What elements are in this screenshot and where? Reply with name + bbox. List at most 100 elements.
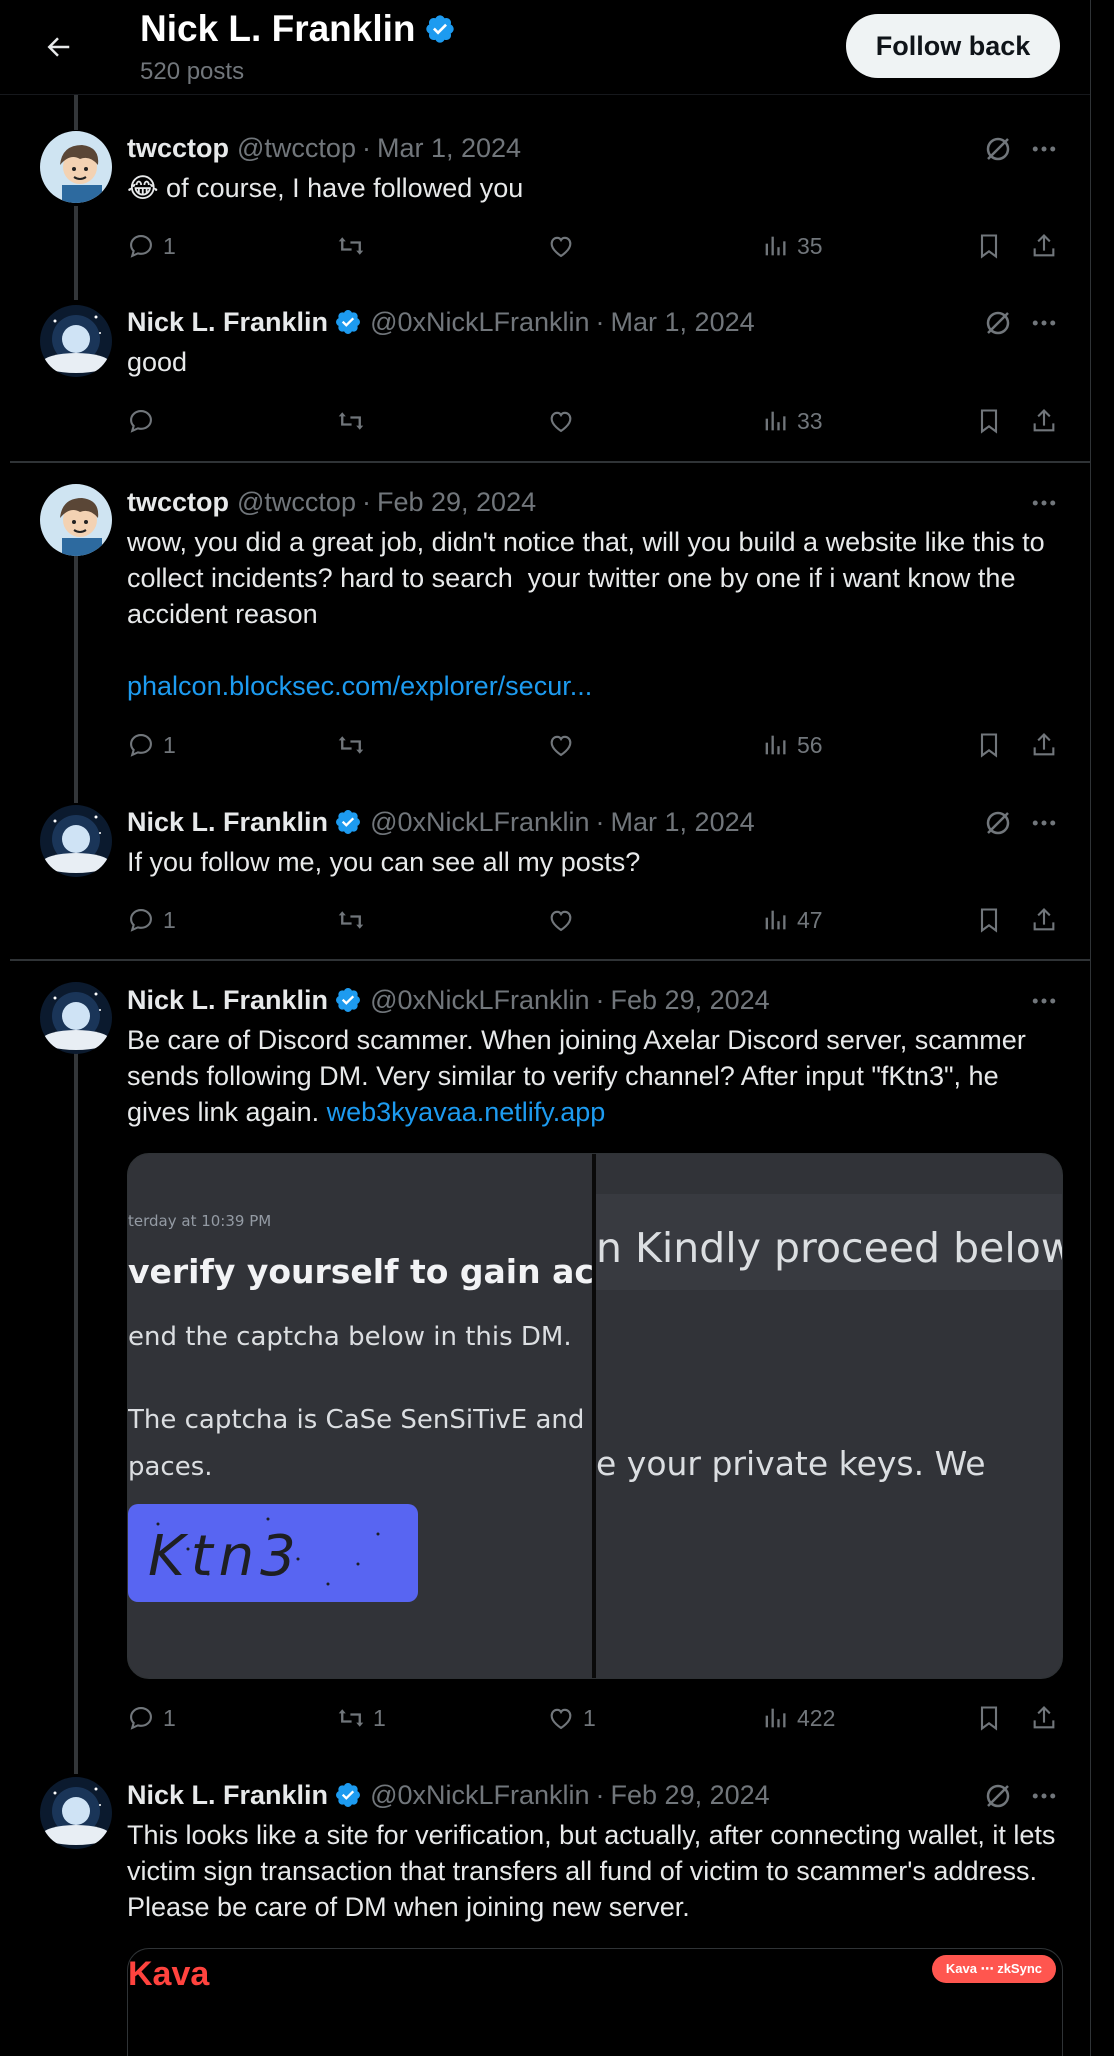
post-header: Nick L. Franklin @0xNickLFranklin · Feb …	[127, 1778, 770, 1812]
views-button[interactable]: 47	[761, 900, 823, 940]
post-date[interactable]: Mar 1, 2024	[377, 133, 521, 164]
share-icon	[1033, 234, 1055, 257]
grok-button[interactable]	[980, 1778, 1016, 1814]
author-handle[interactable]: @0xNickLFranklin	[370, 807, 589, 838]
grok-button[interactable]	[980, 305, 1016, 341]
author-name[interactable]: Nick L. Franklin	[127, 307, 328, 338]
post-text: This looks like a site for verification,…	[127, 1820, 1063, 1922]
more-options-button[interactable]	[1026, 983, 1062, 1019]
more-options-button[interactable]	[1026, 305, 1062, 341]
avatar[interactable]	[40, 1777, 112, 1849]
image-line: end the captcha below in this DM.	[128, 1322, 572, 1352]
post-link[interactable]: phalcon.blocksec.com/explorer/secur...	[127, 668, 1067, 704]
avatar[interactable]	[40, 805, 112, 877]
like-button[interactable]: 1	[547, 1698, 596, 1738]
repost-icon	[338, 412, 364, 430]
views-button[interactable]: 33	[761, 401, 823, 441]
author-name[interactable]: twcctop	[127, 133, 229, 164]
share-button[interactable]	[1030, 725, 1058, 765]
author-name[interactable]: Nick L. Franklin	[127, 1780, 328, 1811]
views-button[interactable]: 56	[761, 725, 823, 765]
share-icon	[1033, 409, 1055, 432]
share-button[interactable]	[1030, 401, 1058, 441]
grok-button[interactable]	[980, 131, 1016, 167]
post-header: Nick L. Franklin @0xNickLFranklin · Mar …	[127, 805, 755, 839]
post-image[interactable]: terday at 10:39 PM verify yourself to ga…	[127, 1153, 1063, 1679]
repost-button[interactable]	[337, 725, 373, 765]
more-options-button[interactable]	[1026, 805, 1062, 841]
share-icon	[1033, 1706, 1055, 1729]
post-date[interactable]: Feb 29, 2024	[377, 487, 536, 518]
author-name[interactable]: twcctop	[127, 487, 229, 518]
post-date[interactable]: Feb 29, 2024	[611, 985, 770, 1016]
views-button[interactable]: 35	[761, 226, 823, 266]
avatar[interactable]	[40, 484, 112, 556]
like-button[interactable]	[547, 725, 583, 765]
bookmark-button[interactable]	[975, 900, 1003, 940]
repost-button[interactable]: 1	[337, 1698, 386, 1738]
author-handle[interactable]: @twcctop	[237, 133, 356, 164]
author-handle[interactable]: @twcctop	[237, 487, 356, 518]
share-button[interactable]	[1030, 900, 1058, 940]
views-chart-icon	[765, 236, 786, 256]
verified-badge-icon	[425, 15, 454, 43]
thread-line	[74, 206, 78, 300]
reply-button[interactable]	[127, 401, 163, 441]
back-button[interactable]	[38, 27, 78, 67]
post-date[interactable]: Feb 29, 2024	[611, 1780, 770, 1811]
reply-button[interactable]: 1	[127, 725, 176, 765]
avatar[interactable]	[40, 131, 112, 203]
reply-button[interactable]: 1	[127, 1698, 176, 1738]
repost-button[interactable]	[337, 226, 373, 266]
views-button[interactable]: 422	[761, 1698, 835, 1738]
bookmark-button[interactable]	[975, 401, 1003, 441]
post-image[interactable]: Kava Kava ⋯ zkSync	[127, 1948, 1063, 2056]
bookmark-button[interactable]	[975, 226, 1003, 266]
avatar[interactable]	[40, 982, 112, 1054]
author-name[interactable]: Nick L. Franklin	[127, 985, 328, 1016]
share-button[interactable]	[1030, 226, 1058, 266]
bookmark-button[interactable]	[975, 1698, 1003, 1738]
repost-icon	[338, 1709, 364, 1727]
thread-line	[74, 1052, 78, 1774]
separator-dot: ·	[595, 984, 605, 1015]
reply-icon	[130, 1707, 152, 1730]
thread-line	[74, 555, 78, 803]
like-button[interactable]	[547, 401, 583, 441]
avatar[interactable]	[40, 305, 112, 377]
more-options-button[interactable]	[1026, 131, 1062, 167]
share-button[interactable]	[1030, 1698, 1058, 1738]
author-handle[interactable]: @0xNickLFranklin	[370, 1780, 589, 1811]
repost-button[interactable]	[337, 401, 373, 441]
more-dots-icon	[1032, 320, 1056, 326]
post-link[interactable]: web3kyavaa.netlify.app	[327, 1097, 606, 1127]
view-count: 35	[797, 232, 823, 259]
post-header: twcctop @twcctop · Feb 29, 2024	[127, 485, 536, 519]
author-handle[interactable]: @0xNickLFranklin	[370, 985, 589, 1016]
reply-icon	[130, 734, 152, 757]
repost-button[interactable]	[337, 900, 373, 940]
like-button[interactable]	[547, 226, 583, 266]
like-count: 1	[583, 1704, 596, 1731]
author-name[interactable]: Nick L. Franklin	[127, 807, 328, 838]
author-handle[interactable]: @0xNickLFranklin	[370, 307, 589, 338]
bookmark-button[interactable]	[975, 725, 1003, 765]
thread-line	[74, 94, 78, 130]
follow-back-button[interactable]: Follow back	[846, 14, 1060, 78]
cartoon-avatar-icon	[40, 131, 112, 203]
more-options-button[interactable]	[1026, 1778, 1062, 1814]
post-text: good	[127, 347, 188, 377]
post-date[interactable]: Mar 1, 2024	[611, 807, 755, 838]
post-actions: 33	[127, 401, 1067, 441]
post-date[interactable]: Mar 1, 2024	[611, 307, 755, 338]
bookmark-icon	[980, 733, 998, 758]
share-icon	[1033, 733, 1055, 756]
grok-button[interactable]	[980, 805, 1016, 841]
more-options-button[interactable]	[1026, 485, 1062, 521]
post-text: If you follow me, you can see all my pos…	[127, 847, 641, 877]
reply-button[interactable]: 1	[127, 226, 176, 266]
like-button[interactable]	[547, 900, 583, 940]
reply-button[interactable]: 1	[127, 900, 176, 940]
separator-dot: ·	[595, 1779, 605, 1810]
view-count: 47	[797, 906, 823, 933]
